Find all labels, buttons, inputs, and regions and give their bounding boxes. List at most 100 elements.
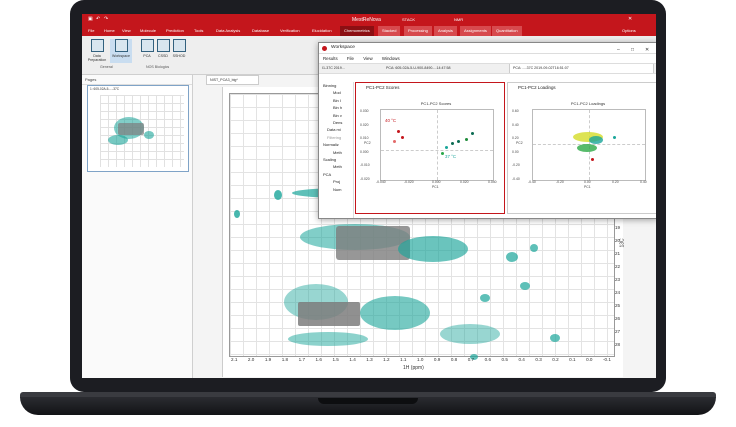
x-tick-label: 1.3 bbox=[366, 357, 373, 362]
tab-molecule[interactable]: Molecule bbox=[140, 26, 156, 36]
x-tick-label: 1.5 bbox=[332, 357, 339, 362]
options-menu[interactable]: Options bbox=[622, 26, 636, 36]
redo-icon[interactable]: ↷ bbox=[104, 16, 108, 22]
loadings-pane-header: PC1-PC2 Loadings bbox=[518, 85, 556, 90]
cssd-label: CSSD bbox=[158, 54, 168, 58]
tree-bin-h[interactable]: Bin h bbox=[319, 104, 353, 111]
tab-file[interactable]: File bbox=[88, 26, 94, 36]
group-general-label: General bbox=[100, 65, 113, 69]
tab-tools[interactable]: Tools bbox=[194, 26, 203, 36]
tree-projection[interactable]: Proj bbox=[319, 178, 353, 185]
tab-assignments[interactable]: Assignments bbox=[460, 26, 491, 36]
workspace-button[interactable]: Workspace bbox=[110, 39, 132, 63]
menu-file[interactable]: File bbox=[347, 56, 354, 61]
sshod-button[interactable]: SSHOD bbox=[168, 39, 190, 63]
tab-analysis[interactable]: Analysis bbox=[434, 26, 457, 36]
loadings-plot[interactable] bbox=[532, 109, 646, 181]
group-nos-biologics-label: NOS Biologics bbox=[146, 65, 170, 69]
close-icon[interactable]: ✕ bbox=[645, 45, 649, 55]
table-icon bbox=[90, 39, 104, 52]
tab-elucidation[interactable]: Elucidation bbox=[312, 26, 332, 36]
x-tick-label: 1.2 bbox=[383, 357, 390, 362]
y-tick-label: 24 bbox=[615, 290, 621, 295]
tab-view[interactable]: View bbox=[122, 26, 131, 36]
workspace-window: Workspace – □ ✕ Results File View Window… bbox=[318, 42, 656, 219]
tree-pca[interactable]: PCA bbox=[319, 171, 353, 178]
tree-bin-i[interactable]: Bin I bbox=[319, 97, 353, 104]
x-tick-label: -0.040 bbox=[376, 180, 386, 184]
sshod-icon bbox=[172, 39, 186, 52]
tab-prediction[interactable]: Prediction bbox=[166, 26, 184, 36]
x-tick-label: 0.6 bbox=[484, 357, 492, 362]
x-tick-label: 1.0 bbox=[417, 357, 424, 362]
laptop-notch bbox=[318, 398, 418, 404]
x-tick-label: 0.4 bbox=[518, 357, 525, 362]
label-37c: 37 °C bbox=[445, 154, 457, 159]
score-point bbox=[397, 130, 400, 133]
x-tick-label: 0.0 bbox=[586, 357, 593, 362]
tree-normalization[interactable]: Normaliz bbox=[319, 141, 353, 148]
tree-method-2[interactable]: Meth bbox=[319, 163, 353, 170]
x-tick-label: 2.1 bbox=[231, 357, 238, 362]
tab-home[interactable]: Home bbox=[104, 26, 115, 36]
y-tick-label: -0.20 bbox=[512, 163, 520, 168]
x-tick-label: -0.1 bbox=[603, 357, 611, 362]
scores-plot[interactable]: 40 °C 37 °C bbox=[380, 109, 494, 181]
y-tick-label: 23 bbox=[615, 277, 621, 282]
y-tick-label: 28 bbox=[615, 342, 621, 347]
score-point bbox=[451, 142, 454, 145]
tab-processing[interactable]: Processing bbox=[404, 26, 432, 36]
save-icon[interactable]: ▣ bbox=[88, 16, 93, 22]
y-tick-label: -0.020 bbox=[360, 177, 370, 181]
menu-view[interactable]: View bbox=[363, 56, 372, 61]
tree-density[interactable]: Dens bbox=[319, 119, 353, 126]
tree-bin-v[interactable]: Bin v bbox=[319, 112, 353, 119]
workspace-menu-bar: Results File View Windows bbox=[319, 54, 656, 63]
scores-xlabel: PC1 bbox=[432, 185, 439, 189]
scores-title: PC1-PC2 Scores bbox=[420, 101, 452, 106]
menu-windows[interactable]: Windows bbox=[382, 56, 400, 61]
sshod-label: SSHOD bbox=[172, 54, 186, 58]
tab-data-analysis[interactable]: Data Analysis bbox=[216, 26, 240, 36]
x-tick-label: 1.4 bbox=[349, 357, 356, 362]
page-thumbnail[interactable]: 1: 605-02A-5-...-37C bbox=[87, 85, 189, 172]
tab-database[interactable]: Database bbox=[252, 26, 269, 36]
x-tick-label: 0.1 bbox=[569, 357, 576, 362]
document-tab[interactable]: NIST_PCA3_big* bbox=[206, 75, 259, 85]
ws-tab-1[interactable]: I1-37C 2019... bbox=[319, 64, 382, 73]
ws-tab-3[interactable]: PCA: ...-37C 2019-09-02T16:51:07 bbox=[509, 64, 654, 73]
menu-results[interactable]: Results bbox=[323, 56, 338, 61]
ws-tab-2[interactable]: PCA: 605-02A-5-U-900-8490-...14:47:58 bbox=[383, 64, 506, 73]
loadings-pane[interactable]: PC1-PC2 Loadings PC1-PC2 Loadings PC1 PC… bbox=[507, 82, 656, 214]
data-preparation-button[interactable]: Data Preparation bbox=[86, 39, 108, 63]
tree-method-1[interactable]: Meth bbox=[319, 149, 353, 156]
workspace-icon bbox=[114, 39, 128, 52]
tab-chemometrics[interactable]: Chemometrics bbox=[340, 26, 374, 36]
x-tick-label: 0.8 bbox=[450, 357, 458, 362]
loading-point bbox=[613, 136, 616, 139]
x-tick-label: 0.020 bbox=[460, 180, 469, 184]
ribbon-tabs: File Home View Molecule Prediction Tools… bbox=[82, 26, 656, 36]
close-window-icon[interactable]: ✕ bbox=[628, 16, 632, 22]
x-tick-label: 0.40 bbox=[640, 180, 647, 184]
tree-mode[interactable]: Mod bbox=[319, 89, 353, 96]
tree-data-mining[interactable]: Data mi bbox=[319, 126, 353, 133]
scores-pane[interactable]: PC1-PC2 Scores 40 °C 37 °C PC1-PC2 Score… bbox=[355, 82, 505, 214]
tab-stacked[interactable]: Stacked bbox=[378, 26, 401, 36]
x-tick-label: 2.0 bbox=[247, 357, 255, 362]
tree-filtering[interactable]: Filtering bbox=[319, 134, 353, 141]
undo-icon[interactable]: ↶ bbox=[96, 16, 100, 22]
tree-binning[interactable]: Binning bbox=[319, 82, 353, 89]
tree-number[interactable]: Num bbox=[319, 186, 353, 193]
minimize-icon[interactable]: – bbox=[617, 45, 620, 55]
tab-quantitation[interactable]: Quantitation bbox=[492, 26, 522, 36]
app-logo-icon bbox=[322, 46, 327, 51]
pages-panel: Pages 1: 605-02A-5-...-37C bbox=[82, 75, 193, 378]
y-tick-label: -0.40 bbox=[512, 177, 520, 181]
tab-verification[interactable]: Verification bbox=[280, 26, 300, 36]
y-tick-label: 20 bbox=[615, 238, 621, 243]
y-tick-label: 21 bbox=[615, 251, 621, 256]
x-tick-label: 1.8 bbox=[281, 357, 289, 362]
tree-scaling[interactable]: Scaling bbox=[319, 156, 353, 163]
maximize-icon[interactable]: □ bbox=[631, 45, 634, 55]
